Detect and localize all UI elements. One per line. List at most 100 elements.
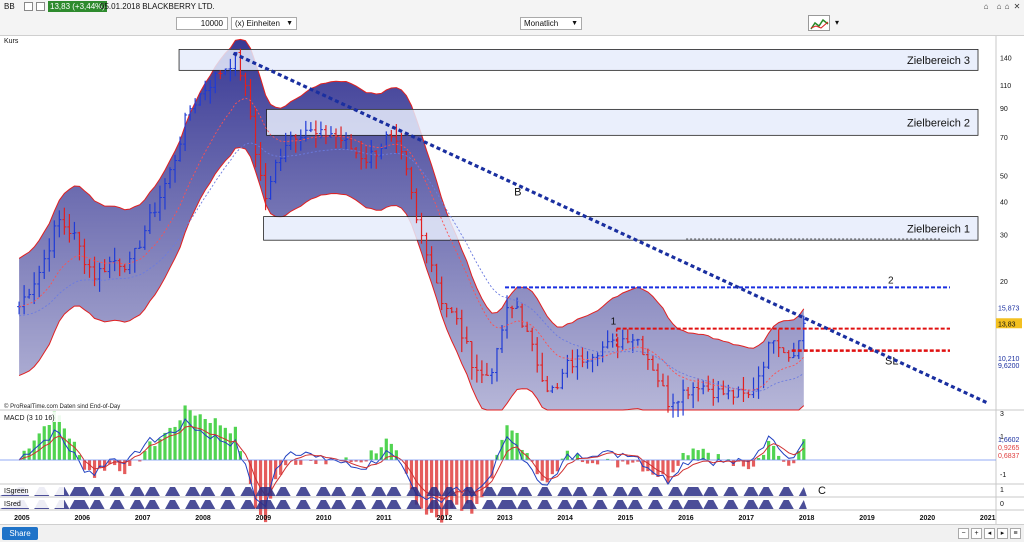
quantity-input[interactable]: 10000 <box>176 17 228 30</box>
chevron-down-icon: ▼ <box>571 20 578 27</box>
toolbar: BB 13,83 (+3,44%) 05.01.2018 BLACKBERRY … <box>0 0 1024 36</box>
macd-bar <box>299 460 303 465</box>
x-tick-label: 2012 <box>437 515 453 522</box>
macd-bar <box>188 410 192 460</box>
x-tick-label: 2019 <box>859 515 875 522</box>
y-tick-label: 50 <box>1000 174 1008 181</box>
y-tick-label: 20 <box>1000 279 1008 286</box>
macd-bar <box>153 446 157 460</box>
x-tick-label: 2013 <box>497 515 513 522</box>
isgreen-tick: 1 <box>1000 487 1004 494</box>
x-tick-label: 2014 <box>557 515 573 522</box>
list-icon[interactable] <box>36 2 45 11</box>
macd-bar <box>314 460 318 465</box>
macd-bar <box>42 426 46 460</box>
minimize-icon[interactable]: ⌂ <box>980 2 992 12</box>
y-tick-label: 140 <box>1000 55 1012 62</box>
instrument-title: 05.01.2018 BLACKBERRY LTD. <box>100 2 215 11</box>
x-tick-label: 2015 <box>618 515 634 522</box>
macd-bar <box>510 430 514 460</box>
share-button[interactable]: Share <box>2 527 38 540</box>
macd-bar <box>480 460 484 498</box>
macd-bar <box>550 460 554 475</box>
bottom-bar: Share − + ◂ ▸ ≡ <box>0 524 1024 542</box>
macd-bar <box>218 425 222 460</box>
macd-bar <box>767 440 771 460</box>
macd-bar <box>671 460 675 473</box>
x-tick-label: 2005 <box>14 515 30 522</box>
macd-bar <box>761 454 766 460</box>
macd-bar <box>148 441 152 460</box>
isgreen-label: ISgreen <box>4 488 29 495</box>
x-tick-label: 2006 <box>74 515 90 522</box>
macd-bar <box>213 418 217 460</box>
macd-bar <box>706 452 710 460</box>
macd-bar <box>585 460 590 464</box>
zoom-out-icon[interactable]: − <box>958 528 969 539</box>
target-zone <box>263 216 979 241</box>
macd-bar <box>455 460 459 505</box>
y-tick-label: 70 <box>1000 135 1008 142</box>
level-1-label: 1 <box>611 317 617 328</box>
scroll-right-icon[interactable]: ▸ <box>997 528 1008 539</box>
label-c: C <box>818 485 826 497</box>
ticker-symbol[interactable]: BB <box>4 2 15 11</box>
target-zone-label: Zielbereich 1 <box>907 223 970 235</box>
period-label: Monatlich <box>524 19 559 28</box>
macd-bar <box>37 433 41 460</box>
price-tag: 15,873 <box>998 305 1020 312</box>
macd-bar <box>369 450 373 460</box>
target-zone <box>266 108 979 136</box>
x-tick-label: 2009 <box>256 515 272 522</box>
chart-area[interactable]: Zielbereich 3Zielbereich 2Zielbereich 1 … <box>0 36 1024 524</box>
settings-icon[interactable]: ≡ <box>1010 528 1021 539</box>
macd-bar <box>777 455 781 460</box>
target-zone-label: Zielbereich 3 <box>907 55 970 67</box>
period-select[interactable]: Monatlich ▼ <box>520 17 582 30</box>
macd-bar <box>626 460 630 465</box>
macd-bar <box>253 460 258 509</box>
price-tag: 13,83 <box>998 321 1016 328</box>
x-tick-label: 2020 <box>920 515 936 522</box>
macd-tag: 1,6602 <box>998 437 1020 444</box>
isred-tick: 0 <box>1000 501 1004 508</box>
macd-bar <box>465 460 469 504</box>
x-tick-label: 2011 <box>376 515 391 522</box>
x-tick-label: 2021 <box>980 515 996 522</box>
chart-type-icon[interactable] <box>808 15 830 31</box>
units-select[interactable]: (x) Einheiten ▼ <box>231 17 297 30</box>
y-tick-label: 40 <box>1000 199 1008 206</box>
x-tick-label: 2008 <box>195 515 211 522</box>
macd-bar <box>460 460 464 511</box>
watermark: © ProRealTime.com Daten sind End-of-Day <box>4 403 120 410</box>
macd-bar <box>590 460 595 464</box>
close-icon[interactable]: ✕ <box>1011 2 1023 12</box>
zoom-in-icon[interactable]: + <box>971 528 982 539</box>
macd-bar <box>374 453 378 460</box>
macd-bar <box>294 460 298 465</box>
macd-bar <box>228 433 232 460</box>
kurs-label: Kurs <box>4 38 19 45</box>
macd-bar <box>540 460 544 481</box>
trading-app: BB 13,83 (+3,44%) 05.01.2018 BLACKBERRY … <box>0 0 1024 542</box>
macd-bar <box>686 455 690 460</box>
macd-bar <box>208 422 212 460</box>
macd-label: MACD (3 10 16) <box>4 415 55 422</box>
chart-type-chevron-icon[interactable]: ▾ <box>832 17 840 30</box>
macd-bar <box>751 460 756 467</box>
macd-bar <box>183 405 187 460</box>
y-tick-label: 90 <box>1000 106 1008 113</box>
price-badge: 13,83 (+3,44%) <box>48 1 107 12</box>
macd-bar <box>198 414 202 460</box>
dropdown-icon[interactable] <box>24 2 33 11</box>
macd-bar <box>696 450 700 460</box>
macd-tick: -1 <box>1000 472 1006 479</box>
macd-bar <box>419 460 424 509</box>
scroll-left-icon[interactable]: ◂ <box>984 528 995 539</box>
macd-bar <box>284 460 288 466</box>
macd-bar <box>203 419 207 460</box>
x-tick-label: 2007 <box>135 515 151 522</box>
units-label: (x) Einheiten <box>235 19 280 28</box>
macd-bar <box>424 460 429 515</box>
macd-bar <box>772 445 776 460</box>
